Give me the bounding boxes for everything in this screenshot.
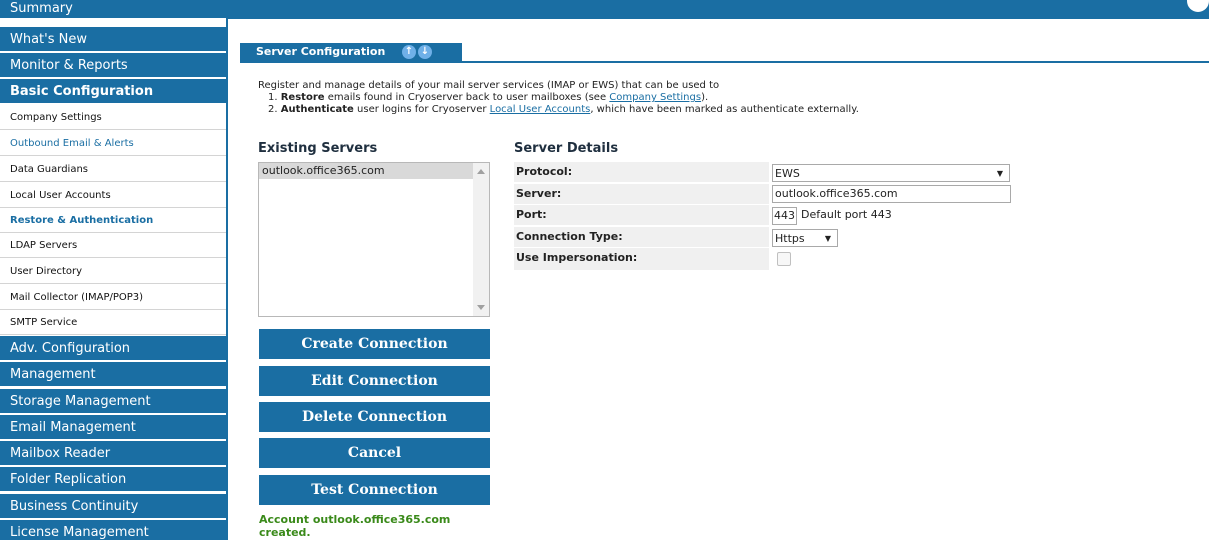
list-number: 1.	[268, 92, 278, 103]
protocol-select[interactable]: EWS ▼	[772, 164, 1010, 182]
server-input[interactable]: outlook.office365.com	[772, 185, 1011, 203]
sidebar-item-label: Local User Accounts	[10, 190, 111, 201]
sidebar-item-label: Outbound Email & Alerts	[10, 138, 134, 149]
sidebar-item-company-settings[interactable]: Company Settings	[0, 105, 226, 130]
sidebar-item-smtp-service[interactable]: SMTP Service	[0, 310, 226, 335]
intro-bold: Restore	[280, 92, 325, 103]
sidebar-item-label: What's New	[10, 32, 87, 47]
intro-item-authenticate: 2. Authenticate user logins for Cryoserv…	[258, 104, 1198, 116]
intro-line: Register and manage details of your mail…	[258, 80, 720, 91]
sidebar-item-label: Basic Configuration	[10, 84, 154, 99]
sidebar-item-label: Adv. Configuration	[10, 341, 131, 356]
scroll-down-icon[interactable]	[477, 305, 485, 310]
connection-type-select[interactable]: Https ▼	[772, 229, 838, 247]
sidebar-item-label: Mailbox Reader	[10, 446, 111, 461]
sidebar-item-label: LDAP Servers	[10, 240, 78, 251]
sidebar-item-label: User Directory	[10, 266, 83, 277]
server-details-heading: Server Details	[514, 141, 619, 156]
sidebar: Summary What's New Monitor & Reports Bas…	[0, 0, 228, 540]
sidebar-item-label: License Management	[10, 525, 149, 540]
status-message: Account outlook.office365.com created.	[259, 513, 451, 539]
sidebar-item-ldap-servers[interactable]: LDAP Servers	[0, 233, 226, 258]
sidebar-item-outbound-email-alerts[interactable]: Outbound Email & Alerts	[0, 131, 226, 156]
sidebar-item-label: Company Settings	[10, 112, 102, 123]
tab-label: Server Configuration	[256, 45, 386, 58]
sidebar-item-email-management[interactable]: Email Management	[0, 415, 226, 440]
sidebar-item-label: Business Continuity	[10, 499, 139, 514]
intro-item-restore: 1. Restore emails found in Cryoserver ba…	[258, 92, 1198, 104]
sidebar-item-mail-collector[interactable]: Mail Collector (IMAP/POP3)	[0, 285, 226, 310]
connection-type-value: Https	[775, 232, 805, 245]
sidebar-item-label: Monitor & Reports	[10, 58, 128, 73]
sidebar-item-label: Folder Replication	[10, 472, 127, 487]
intro-text: Register and manage details of your mail…	[258, 80, 1198, 116]
sidebar-item-label: Management	[10, 367, 96, 382]
intro-text-part: user logins for Cryoserver	[357, 104, 487, 115]
sidebar-item-summary[interactable]: Summary	[0, 0, 226, 19]
sidebar-item-storage-management[interactable]: Storage Management	[0, 389, 226, 414]
existing-servers-heading: Existing Servers	[258, 141, 378, 156]
chevron-down-icon: ▼	[996, 169, 1003, 178]
test-connection-button[interactable]: Test Connection	[259, 475, 490, 505]
port-input[interactable]: 443	[772, 207, 797, 225]
use-impersonation-checkbox[interactable]	[777, 252, 791, 266]
arrow-down-icon[interactable]: ↓	[418, 45, 432, 59]
sidebar-item-local-user-accounts[interactable]: Local User Accounts	[0, 183, 226, 208]
sidebar-item-monitor-reports[interactable]: Monitor & Reports	[0, 53, 226, 78]
intro-text-end: ).	[701, 92, 709, 103]
scrollbar[interactable]	[473, 163, 489, 316]
list-number: 2.	[268, 104, 278, 115]
delete-connection-button[interactable]: Delete Connection	[259, 402, 490, 432]
sidebar-item-folder-replication[interactable]: Folder Replication	[0, 467, 226, 492]
sidebar-item-data-guardians[interactable]: Data Guardians	[0, 157, 226, 182]
sidebar-item-label: Storage Management	[10, 394, 151, 409]
port-label: Port:	[514, 205, 769, 225]
protocol-value: EWS	[775, 167, 800, 180]
sidebar-item-user-directory[interactable]: User Directory	[0, 259, 226, 284]
arrow-up-icon[interactable]: ↑	[402, 45, 416, 59]
edit-connection-button[interactable]: Edit Connection	[259, 366, 490, 396]
sidebar-item-restore-authentication[interactable]: Restore & Authentication	[0, 208, 226, 233]
sidebar-item-management[interactable]: Management	[0, 362, 226, 387]
create-connection-button[interactable]: Create Connection	[259, 329, 490, 359]
sidebar-item-label: Mail Collector (IMAP/POP3)	[10, 292, 144, 303]
sidebar-item-adv-configuration[interactable]: Adv. Configuration	[0, 336, 226, 361]
sidebar-item-business-continuity[interactable]: Business Continuity	[0, 494, 226, 519]
local-user-accounts-link[interactable]: Local User Accounts	[490, 104, 591, 115]
scroll-up-icon[interactable]	[477, 169, 485, 174]
user-icon[interactable]	[1187, 0, 1209, 12]
sidebar-item-mailbox-reader[interactable]: Mailbox Reader	[0, 441, 226, 466]
protocol-label: Protocol:	[514, 162, 769, 182]
tab-server-configuration[interactable]: Server Configuration ↑ ↓	[240, 43, 462, 61]
impersonation-label: Use Impersonation:	[514, 248, 769, 270]
sidebar-item-label: Data Guardians	[10, 164, 89, 175]
cancel-button[interactable]: Cancel	[259, 438, 490, 468]
port-hint: Default port 443	[801, 208, 892, 221]
connection-type-label: Connection Type:	[514, 227, 769, 247]
sidebar-item-basic-configuration[interactable]: Basic Configuration	[0, 79, 226, 104]
sidebar-item-license-management[interactable]: License Management	[0, 520, 226, 540]
sidebar-item-label: Email Management	[10, 420, 136, 435]
sidebar-item-label: SMTP Service	[10, 317, 78, 328]
list-item[interactable]: outlook.office365.com	[259, 163, 473, 179]
intro-text-part: emails found in Cryoserver back to user …	[327, 92, 607, 103]
server-label: Server:	[514, 184, 769, 204]
tab-bar: Server Configuration ↑ ↓	[240, 43, 1209, 63]
sidebar-item-whats-new[interactable]: What's New	[0, 27, 226, 52]
intro-text-end: , which have been marked as authenticate…	[590, 104, 859, 115]
sidebar-item-label: Restore & Authentication	[10, 215, 154, 226]
chevron-down-icon: ▼	[824, 234, 831, 243]
intro-bold: Authenticate	[280, 104, 354, 115]
company-settings-link[interactable]: Company Settings	[609, 92, 701, 103]
sidebar-item-label: Summary	[10, 1, 73, 16]
server-listbox[interactable]: outlook.office365.com	[258, 162, 490, 317]
